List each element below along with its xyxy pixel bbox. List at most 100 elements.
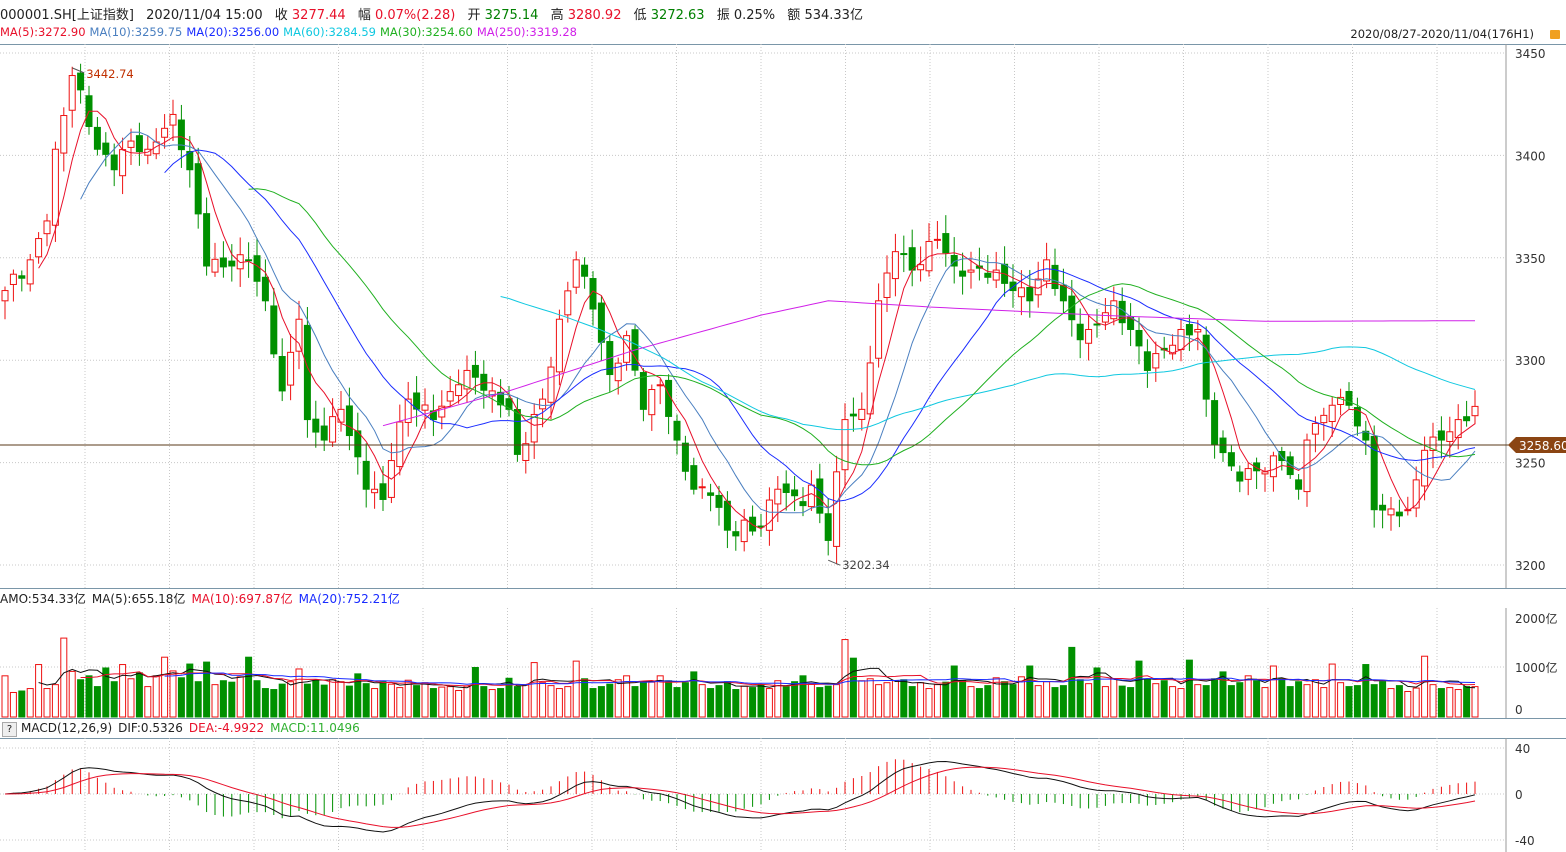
amount-label: 额 <box>787 8 801 23</box>
low-label: 低 <box>633 8 647 23</box>
volume-chart[interactable]: 0 1000亿 2000亿 <box>0 608 1566 718</box>
candle-body <box>782 483 790 493</box>
price-tick-label: 3300 <box>1515 354 1546 368</box>
volume-bar <box>1303 684 1311 718</box>
candle-body <box>77 72 85 91</box>
high-value: 3280.92 <box>567 8 622 23</box>
candle-body <box>303 324 311 421</box>
candle-body <box>933 238 941 241</box>
volume-bar <box>236 676 244 718</box>
candle-body <box>1051 264 1059 290</box>
volume-bar <box>497 688 505 718</box>
candle-body <box>1437 430 1445 441</box>
candle-body <box>1093 323 1101 326</box>
macd-chart[interactable]: -40 0 40 <box>0 738 1566 852</box>
volume-bar <box>707 688 715 718</box>
volume-bar <box>1043 681 1051 718</box>
volume-bar <box>463 685 471 718</box>
open-label: 开 <box>467 8 481 23</box>
lock-icon[interactable] <box>1550 30 1560 39</box>
volume-bar <box>446 686 454 718</box>
volume-bar <box>51 684 59 718</box>
volume-bar <box>723 681 731 718</box>
candle-body <box>43 220 51 235</box>
candle-body <box>161 127 169 138</box>
candle-body <box>732 531 740 537</box>
volume-bar <box>77 679 85 718</box>
candle-body <box>320 425 328 441</box>
candle-body <box>345 405 353 437</box>
volume-bar <box>891 680 899 718</box>
candle-body <box>824 513 832 541</box>
ma-legend-item-1: MA(10):3259.75 <box>89 25 183 39</box>
volume-bar <box>362 683 370 718</box>
volume-bar <box>1127 687 1135 718</box>
symbol: 000001.SH[上证指数] <box>0 8 134 23</box>
candle-body <box>648 389 656 416</box>
price-tick-label: 3250 <box>1515 457 1546 471</box>
candle-body <box>312 418 320 433</box>
volume-bar <box>614 679 622 718</box>
help-button[interactable]: ? <box>2 722 17 737</box>
price-chart[interactable]: 3200 3250 3300 3350 3400 3450 3258.60 3442.74 32… <box>0 44 1566 589</box>
open-value: 3275.14 <box>484 8 539 23</box>
candle-body <box>1 290 9 302</box>
volume-bar <box>1286 686 1294 718</box>
volume-bar <box>782 686 790 718</box>
volume-bar <box>35 664 43 718</box>
volume-bar <box>1093 667 1101 718</box>
candle-body <box>673 420 681 441</box>
candle-body <box>723 500 731 531</box>
candle-body <box>917 264 925 271</box>
price-tick-label: 3450 <box>1515 47 1546 61</box>
volume-bar <box>438 686 446 718</box>
volume-bar <box>967 686 975 718</box>
volume-bar <box>186 663 194 718</box>
volume-bar <box>791 681 799 718</box>
candle-body <box>816 478 824 514</box>
macd-legend-item-0: MACD(12,26,9) <box>21 721 113 735</box>
candle-body <box>1076 323 1084 341</box>
volume-bar <box>581 678 589 718</box>
candle-body <box>1463 416 1471 422</box>
volume-bar <box>320 684 328 718</box>
candle-body <box>656 384 664 387</box>
volume-bar <box>589 688 597 718</box>
candle-body <box>513 409 521 455</box>
high-label: 高 <box>550 8 564 23</box>
volume-bar <box>1261 687 1269 718</box>
candle-body <box>1059 284 1067 302</box>
volume-bar <box>1353 685 1361 718</box>
candle-body <box>1194 328 1202 333</box>
volume-bar <box>942 681 950 718</box>
candle-body <box>219 257 227 268</box>
candle-body <box>245 259 253 262</box>
volume-bar <box>1446 687 1454 718</box>
candle-body <box>833 471 841 547</box>
candle-body <box>1211 400 1219 445</box>
amp-label: 振 <box>716 8 730 23</box>
macd-legend-item-1: DIF:0.5326 <box>118 721 183 735</box>
candle-body <box>362 460 370 490</box>
price-tick-label: 3400 <box>1515 149 1546 163</box>
candle-body <box>1269 455 1277 478</box>
volume-bar <box>177 677 185 718</box>
candle-body <box>169 113 177 126</box>
candle-body <box>858 408 866 420</box>
volume-bar <box>1009 684 1017 718</box>
volume-bar <box>379 681 387 718</box>
volume-bar <box>883 682 891 718</box>
candle-body <box>1328 404 1336 423</box>
candle-body <box>774 488 782 505</box>
volume-bar <box>337 681 345 718</box>
candle-body <box>942 233 950 254</box>
volume-bar <box>807 683 815 718</box>
volume-bar <box>1034 685 1042 718</box>
max-marker-arrow <box>72 67 85 74</box>
volume-bar <box>547 685 555 718</box>
volume-bar <box>555 688 563 718</box>
candle-body <box>522 443 530 461</box>
amount-value: 534.33亿 <box>804 8 863 23</box>
volume-bar <box>194 681 202 718</box>
volume-bar <box>1437 688 1445 718</box>
